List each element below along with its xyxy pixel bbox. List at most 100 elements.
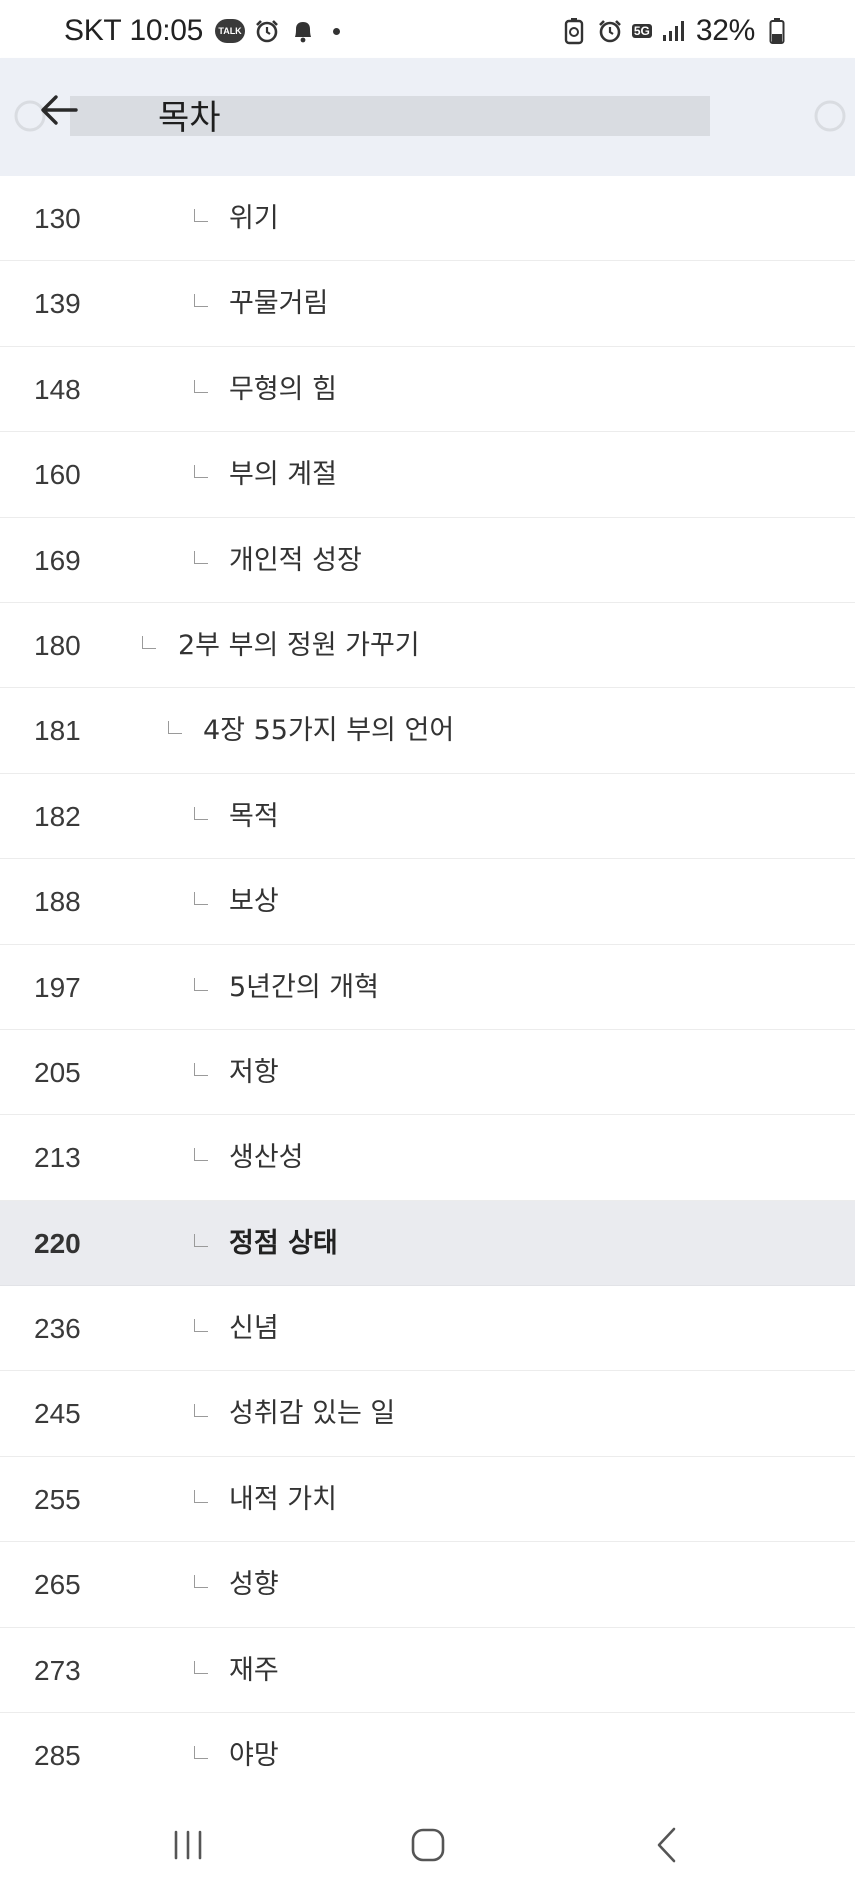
status-left: SKT 10:05 TALK xyxy=(64,14,341,48)
tree-branch-icon xyxy=(194,1319,208,1333)
toc-page-number: 285 xyxy=(34,1740,81,1772)
toc-item[interactable]: 169 개인적 성장 xyxy=(0,517,855,603)
toc-title: 생산성 xyxy=(229,1142,304,1174)
tree-branch-icon xyxy=(194,1660,208,1674)
toc-item[interactable]: 273 재주 xyxy=(0,1627,855,1714)
toc-title: 꾸물거림 xyxy=(229,288,329,320)
toc-item[interactable]: 182 목적 xyxy=(0,773,855,860)
toc-page-number: 245 xyxy=(34,1398,81,1430)
tree-branch-icon xyxy=(194,209,208,222)
toc-page-number: 130 xyxy=(34,203,81,234)
toc-title: 5년간의 개혁 xyxy=(229,971,379,1003)
toc-item[interactable]: 148 무형의 힘 xyxy=(0,346,855,433)
toc-title: 내적 가치 xyxy=(229,1483,337,1515)
status-right: 5G 32% xyxy=(560,14,791,48)
talk-notification-icon: TALK xyxy=(215,19,246,43)
tree-branch-icon xyxy=(194,806,208,820)
tree-branch-icon xyxy=(194,1404,208,1418)
recent-apps-icon xyxy=(174,1830,202,1860)
tree-branch-icon xyxy=(194,550,208,564)
toc-title: 보상 xyxy=(229,886,279,918)
toc-page-number: 273 xyxy=(34,1654,81,1686)
alarm-icon xyxy=(596,16,624,46)
toc-page-number: 181 xyxy=(34,715,81,747)
toc-title: 성향 xyxy=(229,1569,279,1601)
toc-page-number: 205 xyxy=(34,1056,81,1088)
system-back-button[interactable] xyxy=(632,1815,702,1875)
bell-icon xyxy=(289,16,317,46)
tree-branch-icon xyxy=(194,1233,208,1247)
toc-item[interactable]: 160 부의 계절 xyxy=(0,432,855,518)
tree-branch-icon xyxy=(194,1746,208,1760)
toc-title: 무형의 힘 xyxy=(229,373,337,405)
toc-page-number: 236 xyxy=(34,1313,81,1345)
tree-branch-icon xyxy=(194,465,208,479)
arrow-left-icon xyxy=(41,95,78,125)
battery-saver-icon xyxy=(560,16,588,46)
background-bleed xyxy=(0,88,855,146)
toc-title: 목적 xyxy=(229,800,279,832)
network-type-label: 5G xyxy=(631,24,652,38)
home-button[interactable] xyxy=(393,1815,463,1875)
toc-title: 2부 부의 정원 가꾸기 xyxy=(178,629,420,661)
toc-list: 130 위기 139 꾸물거림 148 무형의 힘 160 부의 계절 169 개인적 성장 180… xyxy=(0,176,855,1799)
back-chevron-icon xyxy=(657,1827,676,1863)
alarm-icon xyxy=(253,16,281,46)
clock: 10:05 xyxy=(129,14,204,47)
toc-item[interactable]: 205 저항 xyxy=(0,1029,855,1116)
toc-title: 4장 55가지 부의 언어 xyxy=(203,715,455,747)
toc-page-number: 197 xyxy=(34,971,81,1003)
toc-title: 신념 xyxy=(229,1313,279,1345)
toc-page-number: 139 xyxy=(34,288,81,320)
tree-branch-icon xyxy=(194,294,208,308)
toc-page-number: 220 xyxy=(34,1227,81,1259)
home-icon xyxy=(411,1828,445,1862)
toc-item[interactable]: 265 성향 xyxy=(0,1542,855,1628)
toc-item[interactable]: 188 보상 xyxy=(0,859,855,945)
toc-title: 위기 xyxy=(229,203,279,234)
toc-page-number: 180 xyxy=(34,629,81,661)
tree-branch-icon xyxy=(142,635,156,649)
more-notifications-dot xyxy=(333,27,341,35)
carrier-label: SKT xyxy=(64,14,122,47)
toc-page-number: 148 xyxy=(34,373,81,405)
toc-item[interactable]: 255 내적 가치 xyxy=(0,1456,855,1543)
toc-item[interactable]: 213 생산성 xyxy=(0,1115,855,1201)
toc-page-number: 160 xyxy=(34,459,81,491)
back-button[interactable] xyxy=(32,83,86,137)
toc-item[interactable]: 139 꾸물거림 xyxy=(0,261,855,347)
navigation-bar xyxy=(0,1795,855,1900)
tree-branch-icon xyxy=(194,977,208,991)
toc-item[interactable]: 180 2부 부의 정원 가꾸기 xyxy=(0,602,855,689)
toc-item[interactable]: 181 4장 55가지 부의 언어 xyxy=(0,688,855,774)
toc-item[interactable]: 285 야망 xyxy=(0,1713,855,1799)
battery-percent: 32% xyxy=(695,14,755,47)
tree-branch-icon xyxy=(168,721,182,735)
toc-title: 부의 계절 xyxy=(229,459,337,491)
toc-page-number: 213 xyxy=(34,1142,81,1174)
tree-branch-icon xyxy=(194,379,208,393)
toc-item-current[interactable]: 220 정점 상태 xyxy=(0,1200,855,1287)
toc-page-number: 255 xyxy=(34,1483,81,1515)
toc-title: 개인적 성장 xyxy=(229,544,362,576)
toc-item[interactable]: 236 신념 xyxy=(0,1286,855,1372)
toc-title: 재주 xyxy=(229,1654,279,1686)
toc-page-number: 182 xyxy=(34,800,81,832)
signal-icon xyxy=(660,16,688,46)
toc-item[interactable]: 130 위기 xyxy=(0,176,855,262)
recent-apps-button[interactable] xyxy=(153,1815,223,1875)
toc-page-number: 188 xyxy=(34,886,81,918)
tree-branch-icon xyxy=(194,1489,208,1503)
toc-title: 정점 상태 xyxy=(229,1227,338,1259)
tree-branch-icon xyxy=(194,892,208,906)
toc-title: 저항 xyxy=(229,1056,279,1088)
tree-branch-icon xyxy=(194,1575,208,1589)
status-bar: SKT 10:05 TALK 5G 32% xyxy=(0,0,855,58)
toc-page-number: 169 xyxy=(34,544,81,576)
battery-icon xyxy=(763,16,791,46)
toc-item[interactable]: 245 성취감 있는 일 xyxy=(0,1371,855,1457)
tree-branch-icon xyxy=(194,1148,208,1162)
toc-item[interactable]: 197 5년간의 개혁 xyxy=(0,944,855,1030)
app-bar: 목차 xyxy=(0,58,855,176)
page-title: 목차 xyxy=(158,98,221,138)
